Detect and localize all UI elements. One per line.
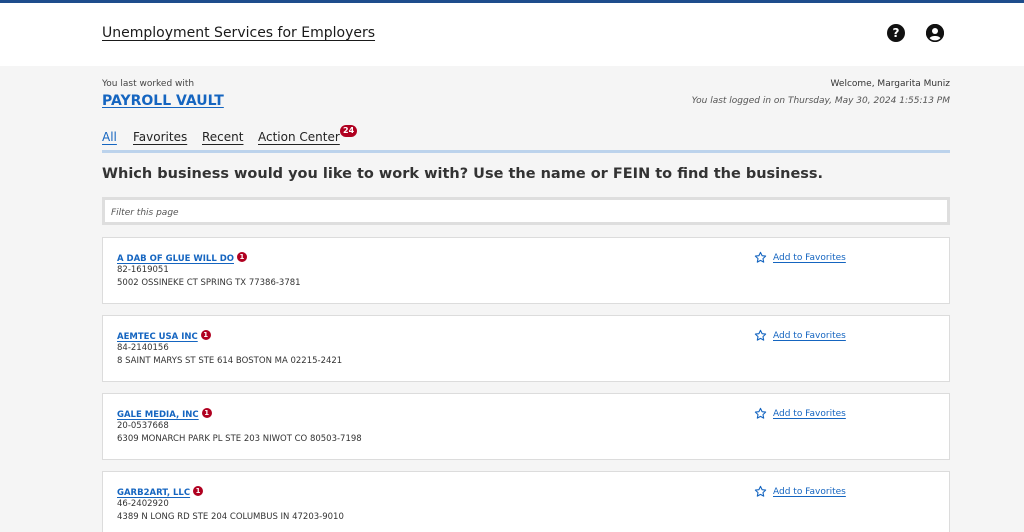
business-fein: 84-2140156 [117,343,169,353]
business-card: A DAB OF GLUE WILL DO 1 82-1619051 5002 O… [102,237,950,304]
business-name-link[interactable]: AEMTEC USA INC 1 [117,330,211,342]
last-worked-business-link[interactable]: PAYROLL VAULT [102,93,224,109]
business-name: A DAB OF GLUE WILL DO [117,254,234,264]
star-outline-icon [754,407,767,419]
star-outline-icon [754,485,767,497]
action-center-count-badge: 24 [340,125,358,137]
business-address: 4389 N LONG RD STE 204 COLUMBUS IN 47203… [117,512,344,522]
app-title-link[interactable]: Unemployment Services for Employers [102,25,375,41]
business-name-link[interactable]: GALE MEDIA, INC 1 [117,408,212,420]
add-to-favorites-label: Add to Favorites [773,330,846,341]
business-fein: 82-1619051 [117,265,169,275]
business-name: AEMTEC USA INC [117,332,198,342]
star-outline-icon [754,251,767,263]
business-fein: 20-0537668 [117,421,169,431]
business-card: GARB2ART, LLC 1 46-2402920 4389 N LONG RD… [102,471,950,532]
tab-favorites[interactable]: Favorites [133,130,187,144]
alert-badge: 1 [236,252,247,262]
tab-action-center[interactable]: Action Center [258,130,340,144]
alert-badge: 1 [201,408,212,418]
add-to-favorites-label: Add to Favorites [773,486,846,497]
user-circle-icon[interactable] [926,24,944,42]
alert-badge: 1 [193,486,204,496]
business-card: AEMTEC USA INC 1 84-2140156 8 SAINT MARYS… [102,315,950,382]
business-name-link[interactable]: A DAB OF GLUE WILL DO 1 [117,252,247,264]
add-to-favorites-button[interactable]: Add to Favorites [754,251,846,264]
business-name-link[interactable]: GARB2ART, LLC 1 [117,486,204,498]
business-card: GALE MEDIA, INC 1 20-0537668 6309 MONARCH… [102,393,950,460]
business-tabs: All Favorites Recent Action Center 24 [102,125,950,153]
business-name: GALE MEDIA, INC [117,410,199,420]
question-circle-icon[interactable]: ? [887,24,905,42]
tab-all[interactable]: All [102,130,117,144]
business-name: GARB2ART, LLC [117,488,191,498]
last-login-text: You last logged in on Thursday, May 30, … [691,96,950,106]
add-to-favorites-label: Add to Favorites [773,408,846,419]
add-to-favorites-button[interactable]: Add to Favorites [754,485,846,498]
filter-container [102,197,950,225]
add-to-favorites-label: Add to Favorites [773,252,846,263]
tab-recent[interactable]: Recent [202,130,243,144]
star-outline-icon [754,329,767,341]
page-question: Which business would you like to work wi… [102,166,824,182]
alert-badge: 1 [200,330,211,340]
business-address: 6309 MONARCH PARK PL STE 203 NIWOT CO 80… [117,434,362,444]
welcome-text: Welcome, Margarita Muniz [830,79,950,89]
last-worked-label: You last worked with [102,79,195,89]
add-to-favorites-button[interactable]: Add to Favorites [754,407,846,420]
business-address: 5002 OSSINEKE CT SPRING TX 77386-3781 [117,278,301,288]
app-header: Unemployment Services for Employers ? [0,3,1024,66]
add-to-favorites-button[interactable]: Add to Favorites [754,329,846,342]
filter-input[interactable] [105,202,947,224]
business-fein: 46-2402920 [117,499,169,509]
business-address: 8 SAINT MARYS ST STE 614 BOSTON MA 02215… [117,356,343,366]
